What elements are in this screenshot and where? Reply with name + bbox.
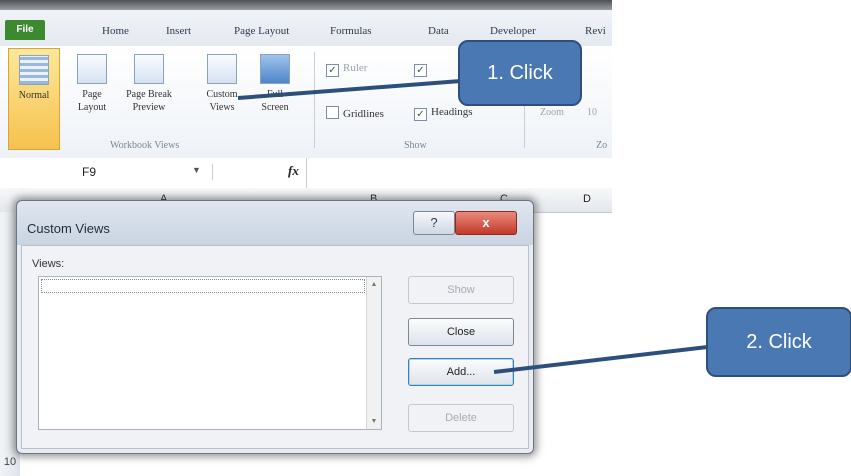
full-screen-button[interactable]: Full Screen (254, 54, 296, 114)
callout-step2: 2. Click (706, 307, 851, 377)
tab-home[interactable]: Home (102, 25, 129, 37)
tab-file[interactable]: File (5, 20, 45, 40)
close-button[interactable]: Close (408, 318, 514, 346)
tab-developer[interactable]: Developer (490, 25, 536, 37)
custom-views-label-line2: Views (209, 102, 235, 113)
tab-insert[interactable]: Insert (166, 25, 191, 37)
custom-views-button[interactable]: Custom Views (200, 54, 244, 114)
formula-input[interactable] (306, 158, 613, 188)
scroll-down-icon[interactable]: ▼ (367, 418, 381, 425)
tab-formulas[interactable]: Formulas (330, 25, 372, 37)
gridlines-label: Gridlines (343, 108, 384, 120)
checkmark-icon: ✓ (326, 64, 339, 77)
checkmark-icon: ✓ (414, 64, 427, 77)
dialog-title-bar[interactable]: Custom Views ? x (17, 201, 533, 245)
name-box-value: F9 (82, 165, 97, 179)
tab-page-layout[interactable]: Page Layout (234, 25, 289, 37)
checkmark-icon: ✓ (414, 108, 427, 121)
dialog-body: Views: ▲ ▼ Show Close Add... Delete (21, 245, 529, 449)
insert-function-icon[interactable]: fx (288, 163, 299, 179)
page-break-icon (134, 54, 164, 84)
ruler-label: Ruler (343, 62, 368, 74)
formula-bar: F9 ▼ fx (0, 158, 612, 189)
callout-step1: 1. Click (458, 40, 582, 106)
scroll-up-icon[interactable]: ▲ (367, 281, 381, 288)
zoom-100-button[interactable]: 10 (580, 106, 604, 119)
normal-view-label: Normal (18, 90, 50, 101)
custom-views-icon (207, 54, 237, 84)
custom-views-label-line1: Custom (206, 89, 238, 100)
zoom-button[interactable]: Zoom (532, 106, 572, 119)
gridlines-checkbox[interactable]: Gridlines (326, 106, 384, 120)
views-listbox[interactable]: ▲ ▼ (38, 276, 382, 430)
tab-review[interactable]: Revi (585, 25, 606, 37)
add-button[interactable]: Add... (408, 358, 514, 386)
formula-bar-divider (212, 164, 213, 180)
show-group-label: Show (404, 140, 427, 151)
custom-views-dialog: Custom Views ? x Views: ▲ ▼ Show Close A… (16, 200, 534, 454)
page-break-label-line1: Page Break (126, 89, 172, 100)
normal-view-button[interactable]: Normal (8, 48, 60, 150)
page-break-preview-button[interactable]: Page Break Preview (116, 54, 182, 114)
full-screen-label-line2: Screen (261, 102, 289, 113)
tab-data[interactable]: Data (428, 25, 449, 37)
full-screen-icon (260, 54, 290, 84)
workbook-views-group-label: Workbook Views (110, 140, 180, 151)
page-layout-label-line1: Page (82, 89, 102, 100)
headings-label: Headings (431, 106, 473, 118)
help-button[interactable]: ? (413, 211, 455, 235)
normal-view-icon (19, 55, 49, 85)
show-button[interactable]: Show (408, 276, 514, 304)
views-scrollbar[interactable]: ▲ ▼ (366, 277, 381, 429)
page-layout-label-line2: Layout (77, 102, 107, 113)
views-list-focus-row[interactable] (41, 279, 365, 293)
title-bar-edge (0, 0, 612, 10)
zoom-group-label: Zo (596, 140, 608, 151)
dialog-title: Custom Views (27, 221, 110, 236)
name-box[interactable]: F9 ▼ (12, 162, 212, 182)
page-break-label-line2: Preview (132, 102, 166, 113)
ruler-checkbox[interactable]: ✓ Ruler (326, 62, 367, 77)
checkbox-empty-icon (326, 106, 339, 119)
headings-checkbox[interactable]: ✓ Headings (414, 106, 473, 121)
full-screen-label-line1: Full (266, 89, 284, 100)
delete-button[interactable]: Delete (408, 404, 514, 432)
page-layout-icon (77, 54, 107, 84)
formula-bar-checkbox[interactable]: ✓ (414, 62, 431, 77)
views-label: Views: (32, 258, 65, 270)
page-layout-view-button[interactable]: Page Layout (72, 54, 112, 114)
row-header[interactable]: 10 (0, 456, 20, 468)
group-divider (314, 52, 315, 148)
dropdown-arrow-icon[interactable]: ▼ (192, 165, 201, 175)
close-icon[interactable]: x (455, 211, 517, 235)
column-header-d[interactable]: D (583, 193, 591, 205)
